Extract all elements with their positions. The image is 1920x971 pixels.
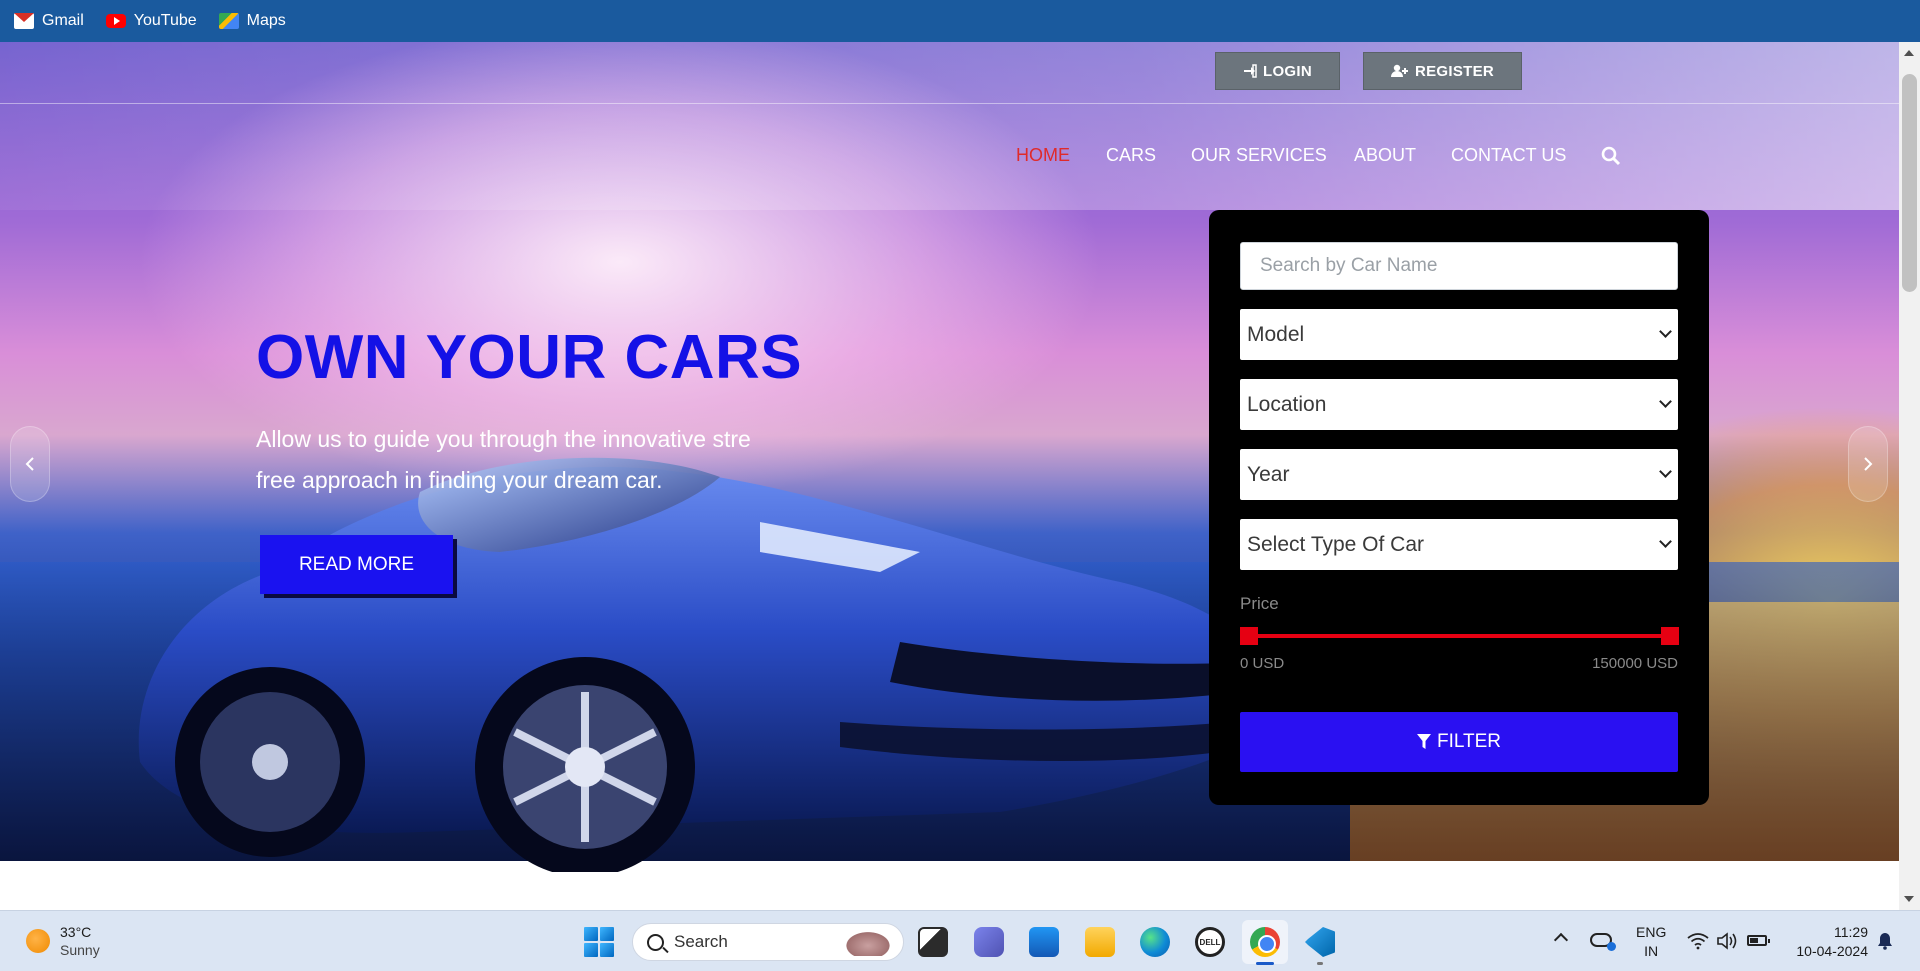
hero-subtitle-line: free approach in finding your dream car. bbox=[256, 467, 663, 493]
car-name-search-input[interactable]: Search by Car Name bbox=[1240, 242, 1678, 290]
carousel-prev-button[interactable] bbox=[10, 426, 50, 502]
scroll-down-arrow-icon[interactable] bbox=[1904, 896, 1914, 902]
taskbar-search[interactable]: Search bbox=[632, 923, 904, 961]
price-min-handle[interactable] bbox=[1240, 627, 1258, 645]
clock-date: 10-04-2024 bbox=[1796, 943, 1868, 959]
chevron-down-icon bbox=[1659, 325, 1672, 338]
price-max-handle[interactable] bbox=[1661, 627, 1679, 645]
model-select-value: Model bbox=[1247, 322, 1305, 346]
chevron-down-icon bbox=[1659, 465, 1672, 478]
weather-temperature: 33°C bbox=[60, 924, 92, 940]
bookmark-maps[interactable]: Maps bbox=[218, 12, 286, 30]
page-viewport: LOGIN REGISTER HOME CARS OUR SERVICES AB… bbox=[0, 42, 1899, 910]
car-filter-panel: Search by Car Name Model Location Year S… bbox=[1209, 210, 1709, 805]
edge-browser-icon[interactable] bbox=[1140, 927, 1170, 957]
price-min-value: 0 USD bbox=[1240, 655, 1285, 672]
register-label: REGISTER bbox=[1414, 62, 1495, 80]
bookmark-label: Maps bbox=[246, 12, 286, 29]
year-select[interactable]: Year bbox=[1240, 449, 1678, 500]
header-overlay bbox=[0, 42, 1899, 210]
microsoft-store-icon[interactable] bbox=[1029, 927, 1059, 957]
hero-title: OWN YOUR CARS bbox=[256, 323, 803, 392]
nav-home[interactable]: HOME bbox=[1016, 145, 1070, 166]
user-plus-icon bbox=[1390, 64, 1408, 77]
price-max-value: 150000 USD bbox=[1592, 655, 1678, 672]
teams-chat-icon[interactable] bbox=[974, 927, 1004, 957]
weather-widget[interactable]: 33°C Sunny bbox=[26, 923, 100, 959]
language-code: ENG bbox=[1636, 924, 1667, 940]
bookmark-youtube[interactable]: YouTube bbox=[105, 12, 197, 30]
model-select[interactable]: Model bbox=[1240, 309, 1678, 360]
running-app-indicator bbox=[1317, 962, 1323, 965]
youtube-icon bbox=[105, 14, 126, 28]
system-clock[interactable]: 11:29 10-04-2024 bbox=[1788, 923, 1868, 961]
car-type-select[interactable]: Select Type Of Car bbox=[1240, 519, 1678, 570]
header-divider bbox=[0, 103, 1899, 104]
task-view-icon[interactable] bbox=[918, 927, 948, 957]
hero-banner: LOGIN REGISTER HOME CARS OUR SERVICES AB… bbox=[0, 42, 1899, 872]
nav-contact-us[interactable]: CONTACT US bbox=[1451, 145, 1566, 166]
search-icon bbox=[647, 933, 664, 951]
weather-text: 33°C Sunny bbox=[60, 923, 100, 959]
price-label: Price bbox=[1240, 594, 1279, 613]
price-slider-track[interactable] bbox=[1248, 634, 1670, 638]
onedrive-icon[interactable] bbox=[1590, 933, 1616, 951]
hero-subtitle-line: Allow us to guide you through the innova… bbox=[256, 426, 751, 452]
sun-icon bbox=[26, 929, 50, 953]
search-placeholder: Search by Car Name bbox=[1260, 255, 1438, 276]
bookmark-label: YouTube bbox=[133, 12, 197, 29]
search-icon[interactable] bbox=[1601, 146, 1621, 166]
filter-button[interactable]: FILTER bbox=[1240, 712, 1678, 772]
chevron-down-icon bbox=[1659, 535, 1672, 548]
gmail-icon bbox=[14, 13, 34, 29]
read-more-button[interactable]: READ MORE bbox=[260, 535, 453, 594]
maps-icon bbox=[218, 13, 239, 29]
register-button[interactable]: REGISTER bbox=[1363, 52, 1522, 90]
windows-start-icon[interactable] bbox=[584, 927, 614, 957]
nav-cars[interactable]: CARS bbox=[1106, 145, 1156, 166]
scrollbar-thumb[interactable] bbox=[1902, 74, 1917, 292]
bookmarks-bar: Gmail YouTube Maps bbox=[0, 0, 1920, 42]
location-select-value: Location bbox=[1247, 392, 1327, 416]
sign-in-icon bbox=[1244, 64, 1257, 78]
filter-label: FILTER bbox=[1436, 731, 1502, 752]
bookmark-gmail[interactable]: Gmail bbox=[14, 12, 84, 30]
chrome-browser-icon[interactable] bbox=[1250, 927, 1280, 957]
chevron-left-icon bbox=[25, 457, 34, 471]
carousel-next-button[interactable] bbox=[1848, 426, 1888, 502]
weather-condition: Sunny bbox=[60, 942, 100, 958]
scroll-up-arrow-icon[interactable] bbox=[1904, 50, 1914, 56]
login-button[interactable]: LOGIN bbox=[1215, 52, 1340, 90]
car-type-select-value: Select Type Of Car bbox=[1247, 532, 1425, 556]
hero-subtitle: Allow us to guide you through the innova… bbox=[256, 419, 796, 501]
location-select[interactable]: Location bbox=[1240, 379, 1678, 430]
chevron-right-icon bbox=[1864, 457, 1873, 471]
region-code: IN bbox=[1644, 943, 1659, 959]
active-app-indicator bbox=[1256, 962, 1274, 965]
year-select-value: Year bbox=[1247, 462, 1290, 486]
vscode-icon[interactable] bbox=[1305, 927, 1335, 957]
funnel-icon bbox=[1416, 734, 1431, 749]
wifi-icon[interactable] bbox=[1687, 932, 1709, 950]
bookmark-label: Gmail bbox=[42, 12, 84, 29]
volume-icon[interactable] bbox=[1716, 932, 1738, 950]
dell-app-icon[interactable]: DELL bbox=[1195, 927, 1225, 957]
battery-icon[interactable] bbox=[1747, 935, 1770, 946]
nav-our-services[interactable]: OUR SERVICES bbox=[1191, 145, 1327, 166]
notification-bell-icon[interactable] bbox=[1877, 932, 1893, 950]
page-scrollbar[interactable] bbox=[1899, 42, 1920, 910]
clock-time: 11:29 bbox=[1834, 924, 1868, 940]
login-label: LOGIN bbox=[1263, 62, 1312, 80]
taskbar: 33°C Sunny Search DELL ENG IN 11:29 10-0… bbox=[0, 910, 1920, 971]
search-highlight-icon bbox=[843, 930, 893, 956]
show-hidden-icons-chevron-icon[interactable] bbox=[1553, 932, 1569, 948]
file-explorer-icon[interactable] bbox=[1085, 927, 1115, 957]
language-indicator[interactable]: ENG IN bbox=[1636, 923, 1666, 961]
nav-about[interactable]: ABOUT bbox=[1354, 145, 1416, 166]
chevron-down-icon bbox=[1659, 395, 1672, 408]
taskbar-search-label: Search bbox=[674, 932, 728, 951]
